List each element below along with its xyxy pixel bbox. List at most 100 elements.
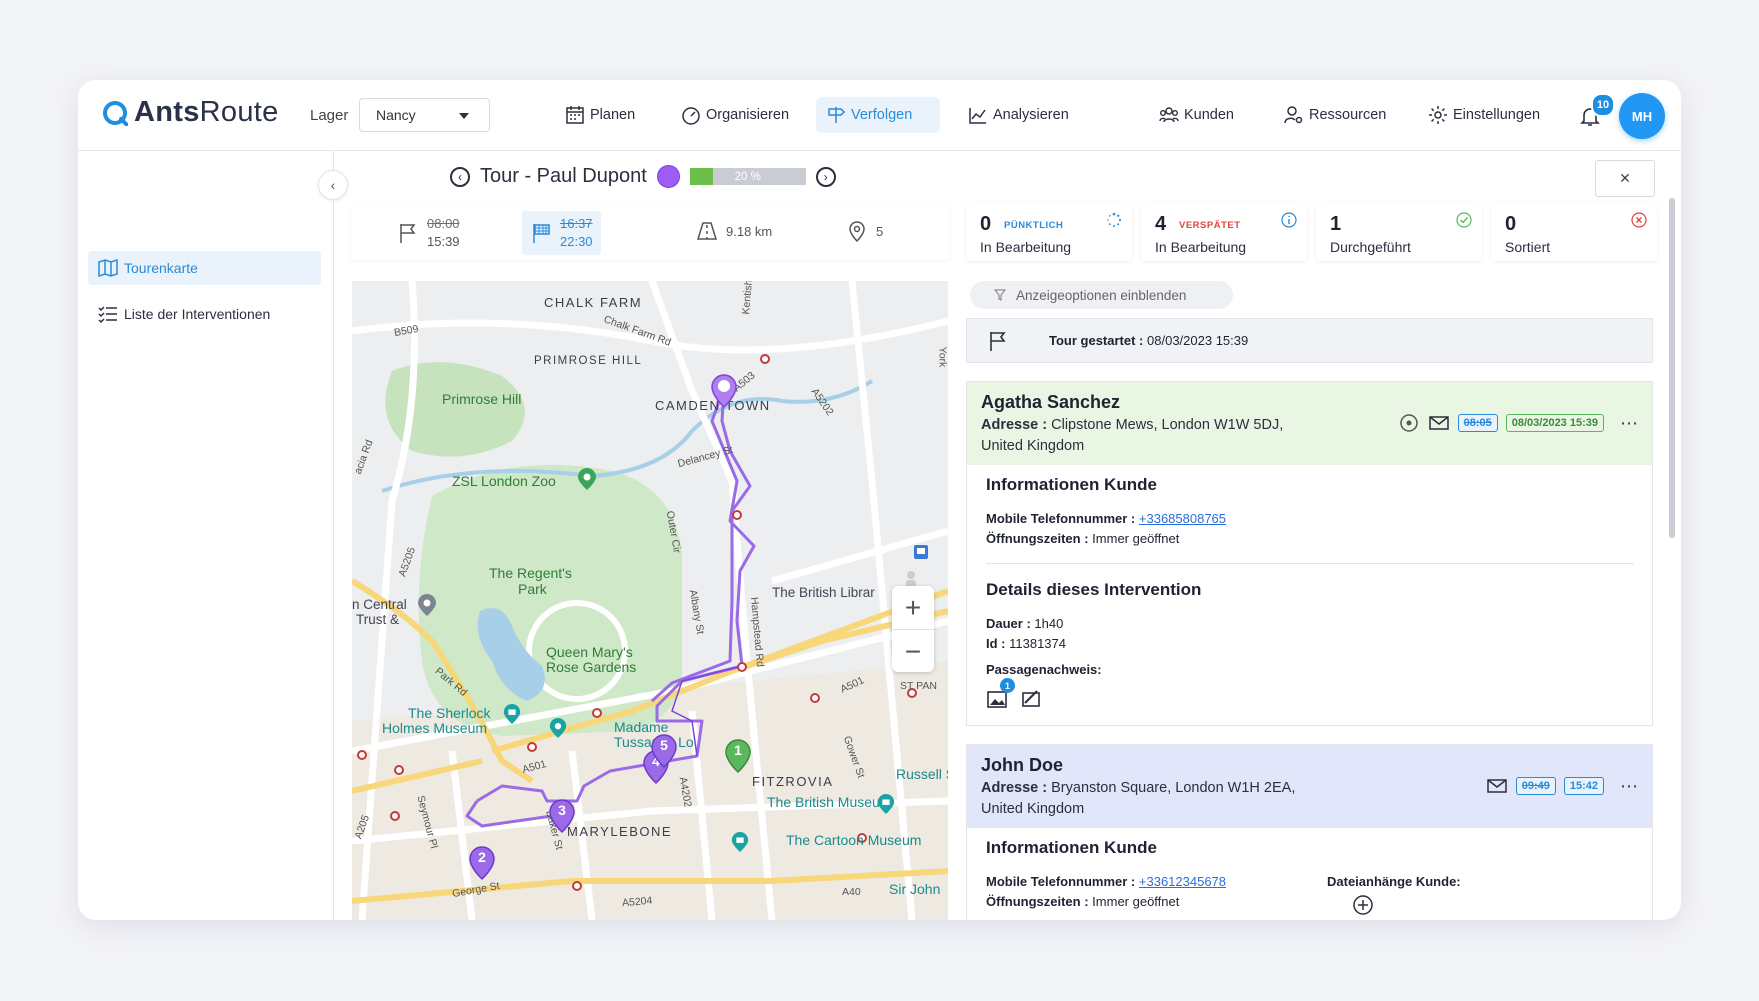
phone-link[interactable]: +33612345678 [1139,874,1226,889]
flag-icon [400,224,416,243]
stat-distance: 9.18 km [696,220,772,242]
map-label-regents-2: Park [518,581,547,597]
road-icon [696,222,718,240]
actual-time-chip: 08/03/2023 15:39 [1505,414,1604,432]
sidebar-item-interventionen[interactable]: Liste der Interventionen [88,297,321,331]
map-label-cartoon: The Cartoon Museum [786,832,922,848]
map-label-central-1: n Central [352,597,407,612]
gauge-icon [682,107,700,125]
planned-time-chip: 08:05 [1457,414,1498,432]
kpi-puenktlich[interactable]: 0 PÜNKTLICH In Bearbeitung [966,203,1132,261]
phone-row: Mobile Telefonnummer : +33685808765 [986,511,1227,526]
lager-select[interactable]: Nancy [359,98,490,132]
map-label-queen-2: Rose Gardens [546,659,637,675]
map-label-primrose-hill: Primrose Hill [442,391,522,407]
close-button[interactable]: ✕ [1595,160,1655,197]
tour-header: ‹ Tour - Paul Dupont 20 % › [450,165,836,188]
mail-icon[interactable] [1486,775,1508,797]
intervention-card[interactable]: John Doe Adresse : Bryanston Square, Lon… [966,744,1653,920]
flag-icon [990,331,1006,351]
photo-proof[interactable]: 1 [986,678,1015,710]
nav-label: Kunden [1184,107,1234,123]
nav-einstellungen[interactable]: Einstellungen [1418,97,1550,133]
target-icon[interactable] [1398,412,1420,434]
nav-organisieren[interactable]: Organisieren [671,97,799,133]
kpi-durchgefuehrt[interactable]: 1 Durchgeführt [1316,203,1482,261]
scrollbar[interactable] [1669,198,1675,538]
sidebar-item-tourenkarte[interactable]: Tourenkarte [88,251,321,285]
nav-label: Organisieren [706,107,790,123]
nav-label: Einstellungen [1453,107,1541,123]
stop-marker-5[interactable]: 5 [650,731,678,769]
mail-icon[interactable] [1428,412,1450,434]
map-label-zoo: ZSL London Zoo [452,473,556,489]
collapse-sidebar-button[interactable]: ‹ [318,170,348,200]
logo[interactable]: AntsRoute [102,96,279,129]
attachments-label: Dateianhänge Kunde: [1327,874,1461,889]
stop-marker-1[interactable]: 1 [724,736,752,774]
map-label-british-library: The British Librar [772,585,875,600]
nav-label: Planen [590,107,636,123]
nav-ressourcen[interactable]: Ressourcen [1274,97,1396,133]
stop-number: 3 [558,802,566,818]
list-icon [98,306,117,324]
next-tour-button[interactable]: › [815,166,836,187]
location-pin-icon [849,221,865,242]
proof-count-badge: 1 [1000,678,1015,693]
zoom-in-button[interactable]: + [892,586,934,630]
nav-analysieren[interactable]: Analysieren [958,97,1079,133]
add-attachment-icon[interactable] [1352,894,1374,916]
card-header: John Doe Adresse : Bryanston Square, Lon… [967,745,1652,828]
nav-label: Verfolgen [851,107,913,123]
depot-marker-icon[interactable] [710,371,738,409]
kpi-tag: PÜNKTLICH [1004,220,1064,231]
tour-started-value: 08/03/2023 15:39 [1147,333,1249,348]
logo-text: AntsRoute [134,96,279,128]
sidebar-item-label: Tourenkarte [124,260,198,276]
stop-marker-2[interactable]: 2 [468,843,496,881]
nav-verfolgen[interactable]: Verfolgen [816,97,940,133]
chevron-left-icon: ‹ [330,177,336,193]
kpi-sortiert[interactable]: 0 Sortiert [1491,203,1657,261]
stat-start: 08:00 15:39 [397,215,460,251]
ant-logo-icon [103,100,128,126]
nav-kunden[interactable]: Kunden [1149,97,1244,133]
display-options-button[interactable]: Anzeigeoptionen einblenden [970,281,1233,309]
zoom-out-button[interactable]: − [892,630,934,673]
signature-icon[interactable] [1020,688,1042,710]
section-title: Informationen Kunde [986,838,1157,857]
kpi-label: Durchgeführt [1330,239,1411,255]
nav-planen[interactable]: Planen [555,97,645,133]
tour-map[interactable]: CHALK FARM PRIMROSE HILL CAMDEN TOWN FIT… [352,281,948,920]
notification-badge: 10 [1591,93,1615,117]
check-circle-icon [1456,212,1472,228]
avatar[interactable]: MH [1619,93,1665,139]
intervention-card[interactable]: Agatha Sanchez Adresse : Clipstone Mews,… [966,381,1653,726]
map-label-sir-john: Sir John [889,881,941,897]
kpi-verspaetet[interactable]: 4 VERSPÄTET In Bearbeitung [1141,203,1307,261]
previous-tour-button[interactable]: ‹ [450,166,470,187]
kpi-number: 0 [1505,213,1517,235]
more-options-icon[interactable]: ⋯ [1620,776,1638,797]
stop-number: 1 [734,742,742,758]
end-actual: 22:30 [560,234,593,249]
stop-marker-3[interactable]: 3 [548,796,576,834]
camera-pin-icon [549,718,567,738]
stops-value: 5 [876,223,884,239]
tour-started-row: Tour gestartet : 08/03/2023 15:39 [966,318,1653,363]
customer-address: Adresse : Bryanston Square, London W1H 2… [981,780,1296,817]
gear-icon [1429,106,1447,124]
start-actual: 15:39 [427,234,460,249]
tour-progress-bar: 20 % [689,168,806,185]
zoom-control: + − [892,586,934,672]
more-options-icon[interactable]: ⋯ [1620,413,1638,434]
nav-label: Analysieren [993,107,1069,123]
stat-stops: 5 [846,220,883,242]
user-gear-icon [1284,106,1303,124]
landmark-icon [418,594,436,616]
tour-color-dot [656,165,680,188]
map-label-york: York [936,346,948,368]
map-label-a40: A40 [842,886,861,898]
stop-number: 5 [660,737,668,753]
phone-link[interactable]: +33685808765 [1139,511,1226,526]
